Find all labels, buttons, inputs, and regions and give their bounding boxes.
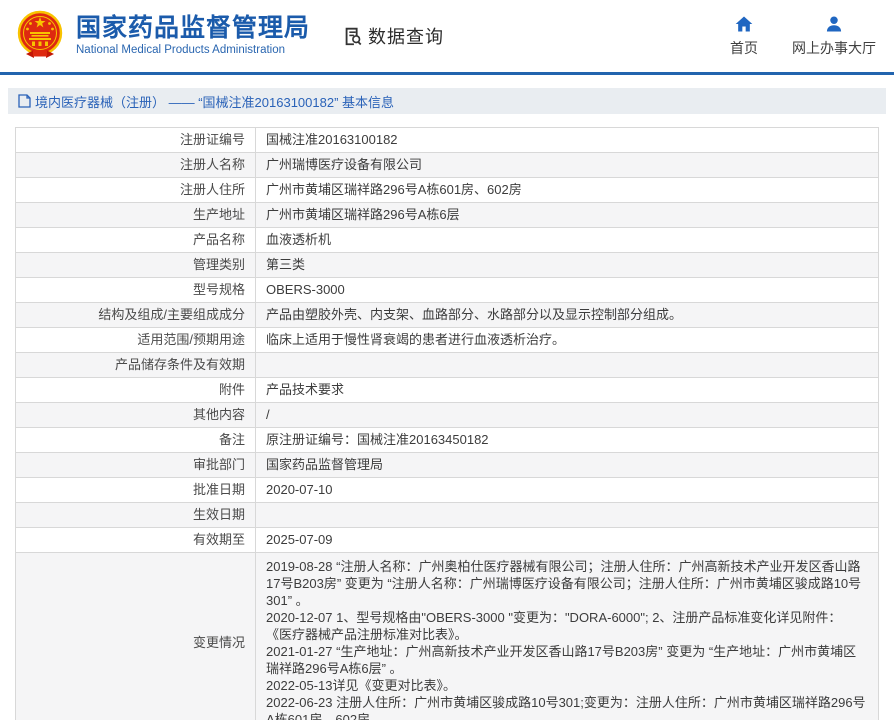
row-label: 变更情况 [16,553,256,720]
row-label: 管理类别 [16,253,256,278]
row-label: 有效期至 [16,528,256,553]
document-icon [18,94,31,108]
row-label: 审批部门 [16,453,256,478]
table-row: 其他内容/ [16,403,879,428]
row-value: 2019-08-28 “注册人名称：广州奥柏仕医疗器械有限公司；注册人住所：广州… [256,553,879,720]
row-label: 结构及组成/主要组成成分 [16,303,256,328]
table-row: 注册证编号国械注准20163100182 [16,128,879,153]
table-row: 生产地址广州市黄埔区瑞祥路296号A栋6层 [16,203,879,228]
row-value: 临床上适用于慢性肾衰竭的患者进行血液透析治疗。 [256,328,879,353]
row-value: 广州瑞博医疗设备有限公司 [256,153,879,178]
row-label: 注册人名称 [16,153,256,178]
registration-info-table: 注册证编号国械注准20163100182注册人名称广州瑞博医疗设备有限公司注册人… [15,127,879,720]
org-name-en: National Medical Products Administration [76,43,310,58]
brand: 国家药品监督管理局 National Medical Products Admi… [16,10,310,62]
row-label: 生效日期 [16,503,256,528]
row-label: 适用范围/预期用途 [16,328,256,353]
nav-item-online-hall[interactable]: 网上办事大厅 [792,14,876,58]
table-row: 批准日期2020-07-10 [16,478,879,503]
table-row: 变更情况2019-08-28 “注册人名称：广州奥柏仕医疗器械有限公司；注册人住… [16,553,879,720]
row-label: 生产地址 [16,203,256,228]
org-name-zh: 国家药品监督管理局 [76,14,310,42]
site-header: 国家药品监督管理局 National Medical Products Admi… [0,0,894,72]
row-value: 广州市黄埔区瑞祥路296号A栋6层 [256,203,879,228]
row-value: 广州市黄埔区瑞祥路296号A栋601房、602房 [256,178,879,203]
table-row: 审批部门国家药品监督管理局 [16,453,879,478]
row-value: 国家药品监督管理局 [256,453,879,478]
row-label: 附件 [16,378,256,403]
row-value: 产品技术要求 [256,378,879,403]
row-label: 产品储存条件及有效期 [16,353,256,378]
table-row: 适用范围/预期用途临床上适用于慢性肾衰竭的患者进行血液透析治疗。 [16,328,879,353]
home-icon [734,14,754,34]
row-value: / [256,403,879,428]
table-row: 生效日期 [16,503,879,528]
table-row: 结构及组成/主要组成成分产品由塑胶外壳、内支架、血路部分、水路部分以及显示控制部… [16,303,879,328]
nav-item-home[interactable]: 首页 [730,14,758,58]
row-value [256,353,879,378]
data-query-label: 数据查询 [368,23,444,49]
row-value: 产品由塑胶外壳、内支架、血路部分、水路部分以及显示控制部分组成。 [256,303,879,328]
row-value: 2020-07-10 [256,478,879,503]
table-row: 管理类别第三类 [16,253,879,278]
table-row: 型号规格OBERS-3000 [16,278,879,303]
row-value: 原注册证编号：国械注准20163450182 [256,428,879,453]
row-label: 产品名称 [16,228,256,253]
registration-info-section: 注册证编号国械注准20163100182注册人名称广州瑞博医疗设备有限公司注册人… [0,114,894,720]
table-row: 有效期至2025-07-09 [16,528,879,553]
breadcrumb: 境内医疗器械（注册） —— “国械注准20163100182” 基本信息 [8,88,886,114]
row-value: 血液透析机 [256,228,879,253]
row-label: 型号规格 [16,278,256,303]
table-row: 附件产品技术要求 [16,378,879,403]
table-row: 注册人名称广州瑞博医疗设备有限公司 [16,153,879,178]
user-icon [824,14,844,34]
national-emblem-icon [16,10,64,62]
row-label: 备注 [16,428,256,453]
nav-item-label: 网上办事大厅 [792,38,876,58]
row-label: 批准日期 [16,478,256,503]
table-row: 产品名称血液透析机 [16,228,879,253]
table-row: 注册人住所广州市黄埔区瑞祥路296号A栋601房、602房 [16,178,879,203]
row-value [256,503,879,528]
row-label: 注册人住所 [16,178,256,203]
data-query-icon [342,25,364,47]
row-value: 第三类 [256,253,879,278]
brand-text: 国家药品监督管理局 National Medical Products Admi… [76,14,310,58]
row-value: 国械注准20163100182 [256,128,879,153]
breadcrumb-text: 境内医疗器械（注册） —— “国械注准20163100182” 基本信息 [35,92,394,111]
nav-item-label: 首页 [730,38,758,58]
table-row: 备注原注册证编号：国械注准20163450182 [16,428,879,453]
data-query-nav[interactable]: 数据查询 [342,23,444,49]
row-value: OBERS-3000 [256,278,879,303]
table-row: 产品储存条件及有效期 [16,353,879,378]
row-value: 2025-07-09 [256,528,879,553]
row-label: 注册证编号 [16,128,256,153]
row-label: 其他内容 [16,403,256,428]
header-nav: 首页 网上办事大厅 [730,14,880,58]
